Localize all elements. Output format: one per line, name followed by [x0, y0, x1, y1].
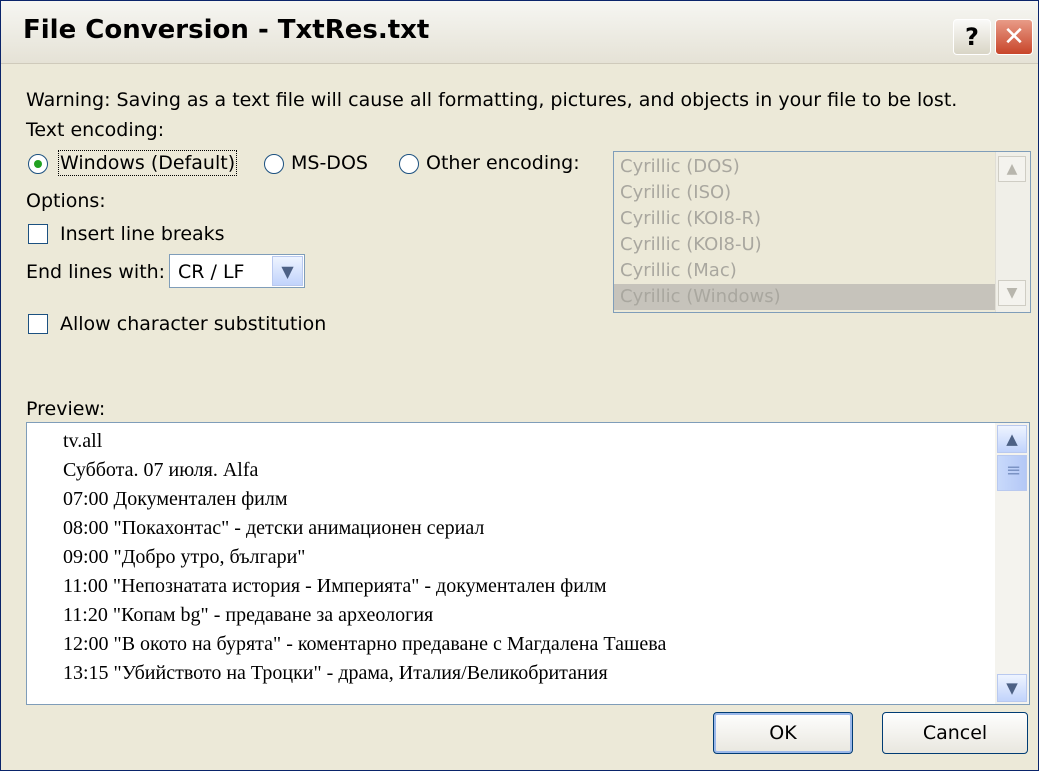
encoding-list-item[interactable]: Cyrillic (KOI8-U) — [620, 232, 762, 258]
radio-windows-default-label[interactable]: Windows (Default) — [57, 150, 238, 176]
text-encoding-label: Text encoding: — [26, 119, 165, 141]
preview-line: 12:00 "В окото на бурята" - коментарно п… — [63, 633, 667, 655]
insert-line-breaks-label[interactable]: Insert line breaks — [60, 223, 225, 245]
window-title: File Conversion - TxtRes.txt — [23, 15, 430, 45]
encoding-list-item[interactable]: Cyrillic (Mac) — [620, 258, 737, 284]
encoding-list[interactable]: Cyrillic (DOS) Cyrillic (ISO) Cyrillic (… — [613, 151, 1031, 313]
radio-other-encoding[interactable] — [399, 154, 419, 174]
encoding-list-scrollbar[interactable]: ▲ ▼ — [995, 152, 1030, 312]
preview-scrollbar[interactable]: ▲ ▼ — [995, 423, 1029, 704]
radio-windows-default[interactable] — [28, 154, 48, 174]
encoding-list-item[interactable]: Cyrillic (ISO) — [620, 180, 731, 206]
scroll-up-icon[interactable]: ▲ — [997, 425, 1027, 453]
end-lines-with-select[interactable]: CR / LF ▼ — [169, 254, 305, 288]
scroll-thumb[interactable] — [997, 455, 1027, 491]
end-lines-with-label: End lines with: — [26, 261, 166, 283]
preview-line: Суббота. 07 июля. Alfa — [63, 459, 259, 481]
encoding-list-item-selected[interactable]: Cyrillic (Windows) — [614, 284, 995, 310]
preview-box[interactable]: tv.all Суббота. 07 июля. Alfa 07:00 Доку… — [26, 422, 1030, 705]
encoding-list-item[interactable]: Cyrillic (KOI8-R) — [620, 206, 761, 232]
scroll-down-icon[interactable]: ▼ — [998, 280, 1026, 306]
options-label: Options: — [26, 190, 106, 212]
radio-ms-dos[interactable] — [264, 154, 284, 174]
radio-other-encoding-label[interactable]: Other encoding: — [426, 152, 580, 174]
warning-text: Warning: Saving as a text file will caus… — [26, 89, 958, 111]
ok-button[interactable]: OK — [713, 712, 853, 754]
help-icon: ? — [965, 23, 979, 51]
title-bar[interactable]: File Conversion - TxtRes.txt ? ✕ — [1, 1, 1038, 64]
preview-line: tv.all — [63, 430, 103, 452]
preview-line: 11:00 "Непознатата история - Империята" … — [63, 575, 607, 597]
preview-line: 11:20 "Копам bg" - предаване за археолог… — [63, 604, 434, 626]
allow-character-substitution-label[interactable]: Allow character substitution — [60, 313, 326, 335]
help-button[interactable]: ? — [953, 19, 991, 55]
preview-line: 09:00 "Добро утро, българи" — [63, 546, 306, 568]
end-lines-with-value: CR / LF — [178, 261, 245, 283]
scroll-up-icon[interactable]: ▲ — [998, 156, 1026, 182]
preview-line: 07:00 Документален филм — [63, 488, 288, 510]
preview-label: Preview: — [26, 398, 106, 420]
preview-line: 08:00 "Покахонтас" - детски анимационен … — [63, 517, 485, 539]
file-conversion-dialog: File Conversion - TxtRes.txt ? ✕ Warning… — [0, 0, 1039, 771]
close-button[interactable]: ✕ — [995, 19, 1033, 55]
dropdown-arrow-icon[interactable]: ▼ — [272, 256, 303, 286]
scroll-down-icon[interactable]: ▼ — [997, 674, 1027, 702]
cancel-button[interactable]: Cancel — [882, 712, 1028, 754]
radio-ms-dos-label[interactable]: MS-DOS — [291, 152, 368, 174]
close-icon: ✕ — [1003, 22, 1025, 52]
preview-line: 13:15 "Убийството на Троцки" - драма, Ит… — [63, 662, 608, 684]
allow-character-substitution-checkbox[interactable] — [28, 314, 48, 334]
insert-line-breaks-checkbox[interactable] — [28, 224, 48, 244]
encoding-list-item[interactable]: Cyrillic (DOS) — [620, 154, 740, 180]
